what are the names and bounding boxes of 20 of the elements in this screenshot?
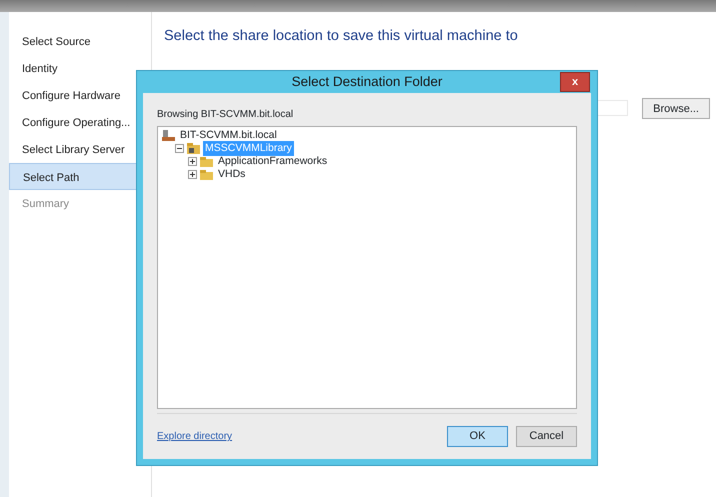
page-heading: Select the share location to save this virtual machine to bbox=[164, 27, 519, 46]
dialog-button[interactable]: OK bbox=[447, 426, 508, 447]
close-button[interactable]: x bbox=[560, 72, 590, 92]
expand-icon[interactable] bbox=[188, 157, 197, 166]
tree-item[interactable]: VHDs bbox=[216, 166, 248, 182]
browsing-label: Browsing BIT-SCVMM.bit.local bbox=[157, 108, 294, 122]
server-icon bbox=[162, 130, 175, 142]
browse-button[interactable]: Browse... bbox=[642, 98, 710, 119]
dialog-title: Select Destination Folder bbox=[292, 72, 442, 91]
tree-item[interactable]: ApplicationFrameworks bbox=[216, 154, 330, 170]
tree-item[interactable]: BIT-SCVMM.bit.local bbox=[178, 128, 279, 144]
folder-icon bbox=[187, 143, 200, 154]
collapse-icon[interactable] bbox=[175, 144, 184, 153]
expand-icon[interactable] bbox=[188, 170, 197, 179]
explore-directory-link[interactable]: Explore directory bbox=[157, 429, 232, 444]
wizard-step[interactable]: Identity bbox=[9, 55, 151, 82]
folder-icon bbox=[200, 170, 213, 180]
wizard-step[interactable]: Select Source bbox=[9, 28, 151, 55]
folder-icon bbox=[200, 156, 213, 166]
dialog-button[interactable]: Cancel bbox=[516, 426, 577, 447]
